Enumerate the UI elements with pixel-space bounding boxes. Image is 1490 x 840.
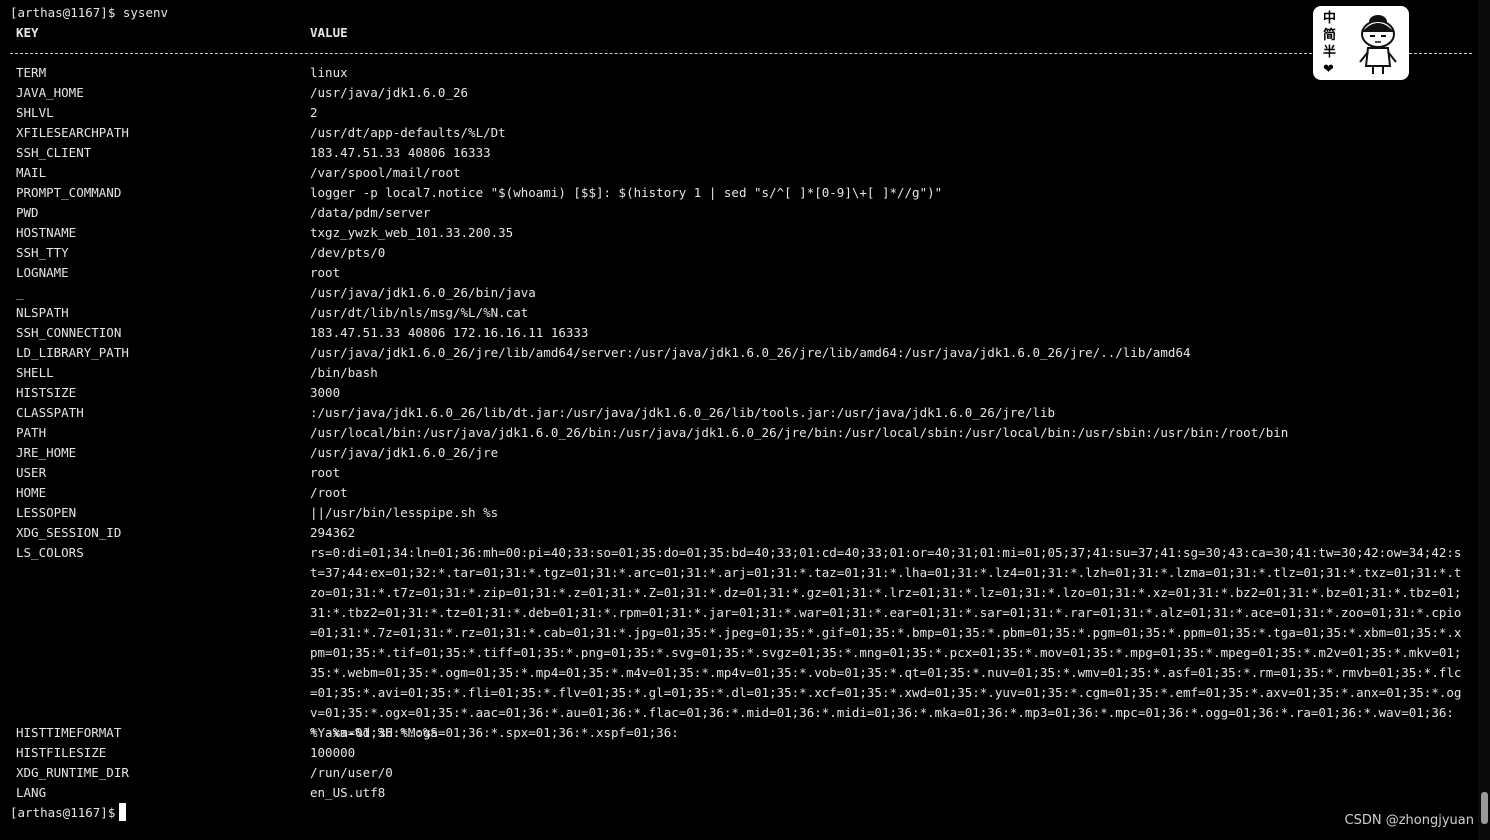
env-key: XDG_SESSION_ID [16, 525, 122, 540]
env-value-ls-colors: rs=0:di=01;34:ln=01;36:mh=00:pi=40;33:so… [310, 545, 1462, 740]
env-value: 183.47.51.33 40806 172.16.16.11 16333 [310, 325, 589, 340]
env-value: 183.47.51.33 40806 16333 [310, 145, 491, 160]
text-cursor [119, 803, 127, 821]
env-key: TERM [16, 65, 47, 80]
env-key: LESSOPEN [16, 505, 77, 520]
env-value: /usr/local/bin:/usr/java/jdk1.6.0_26/bin… [310, 425, 1289, 440]
header-value: VALUE [310, 25, 348, 40]
env-key: HISTFILESIZE [16, 745, 107, 760]
env-value: /usr/java/jdk1.6.0_26/jre [310, 445, 499, 460]
env-key: NLSPATH [16, 305, 69, 320]
env-key: LS_COLORS [16, 545, 84, 560]
env-key: _ [16, 285, 24, 300]
env-value: root [310, 265, 341, 280]
env-value: /usr/java/jdk1.6.0_26/jre/lib/amd64/serv… [310, 345, 1191, 360]
vertical-scrollbar[interactable] [1478, 0, 1490, 840]
sticker-char: 简 [1323, 28, 1337, 43]
env-key: SSH_TTY [16, 245, 69, 260]
header-key: KEY [16, 25, 39, 40]
env-key: JAVA_HOME [16, 85, 84, 100]
env-key: LD_LIBRARY_PATH [16, 345, 129, 360]
env-value: /var/spool/mail/root [310, 165, 461, 180]
env-value: txgz_ywzk_web_101.33.200.35 [310, 225, 514, 240]
heart-icon: ❤ [1323, 62, 1334, 77]
env-value: logger -p local7.notice "$(whoami) [$$]:… [310, 185, 943, 200]
scrollbar-thumb[interactable] [1481, 792, 1488, 824]
sticker-char: 中 [1323, 11, 1337, 26]
env-key: SSH_CLIENT [16, 145, 92, 160]
env-value: /bin/bash [310, 365, 378, 380]
env-value: /usr/java/jdk1.6.0_26/bin/java [310, 285, 536, 300]
csdn-credit: CSDN @zhongjyuan [1344, 813, 1474, 828]
env-value: /run/user/0 [310, 765, 393, 780]
env-value: linux [310, 65, 348, 80]
env-key: CLASSPATH [16, 405, 84, 420]
env-key: HOSTNAME [16, 225, 77, 240]
env-value: en_US.utf8 [310, 785, 386, 800]
sticker-char: 半 [1323, 45, 1337, 60]
env-value: /root [310, 485, 348, 500]
env-value: /usr/dt/lib/nls/msg/%L/%N.cat [310, 305, 529, 320]
env-key: LOGNAME [16, 265, 69, 280]
env-value: 100000 [310, 745, 356, 760]
env-value: ||/usr/bin/lesspipe.sh %s [310, 505, 499, 520]
env-key: JRE_HOME [16, 445, 77, 460]
env-key: SHELL [16, 365, 54, 380]
env-value: :/usr/java/jdk1.6.0_26/lib/dt.jar:/usr/j… [310, 405, 1056, 420]
env-key: XFILESEARCHPATH [16, 125, 129, 140]
env-key: LANG [16, 785, 47, 800]
env-key: PATH [16, 425, 47, 440]
env-value: /dev/pts/0 [310, 245, 386, 260]
env-value: 3000 [310, 385, 341, 400]
env-key: PWD [16, 205, 39, 220]
command-line: [arthas@1167]$ sysenv [10, 5, 169, 20]
env-key: HISTTIMEFORMAT [16, 725, 122, 740]
env-value: /data/pdm/server [310, 205, 431, 220]
input-prompt[interactable]: [arthas@1167]$ [10, 803, 127, 823]
cartoon-girl-icon [1359, 15, 1397, 74]
env-key: HISTSIZE [16, 385, 77, 400]
env-value: %Y-%m-%d %H:%M:%S [310, 725, 438, 740]
env-value: /usr/java/jdk1.6.0_26 [310, 85, 469, 100]
sticker-badge: 中 简 半 ❤ [1313, 6, 1409, 80]
env-key: SSH_CONNECTION [16, 325, 122, 340]
env-value: /usr/dt/app-defaults/%L/Dt [310, 125, 506, 140]
env-key: USER [16, 465, 47, 480]
env-key: SHLVL [16, 105, 54, 120]
env-value: 294362 [310, 525, 356, 540]
prompt-text: [arthas@1167]$ [10, 805, 116, 820]
env-key: XDG_RUNTIME_DIR [16, 765, 129, 780]
header-separator [10, 53, 1472, 54]
env-key: PROMPT_COMMAND [16, 185, 122, 200]
env-value: 2 [310, 105, 318, 120]
sticker-text: 中 简 半 ❤ [1323, 10, 1339, 78]
env-key: MAIL [16, 165, 47, 180]
env-key: HOME [16, 485, 47, 500]
env-value: root [310, 465, 341, 480]
